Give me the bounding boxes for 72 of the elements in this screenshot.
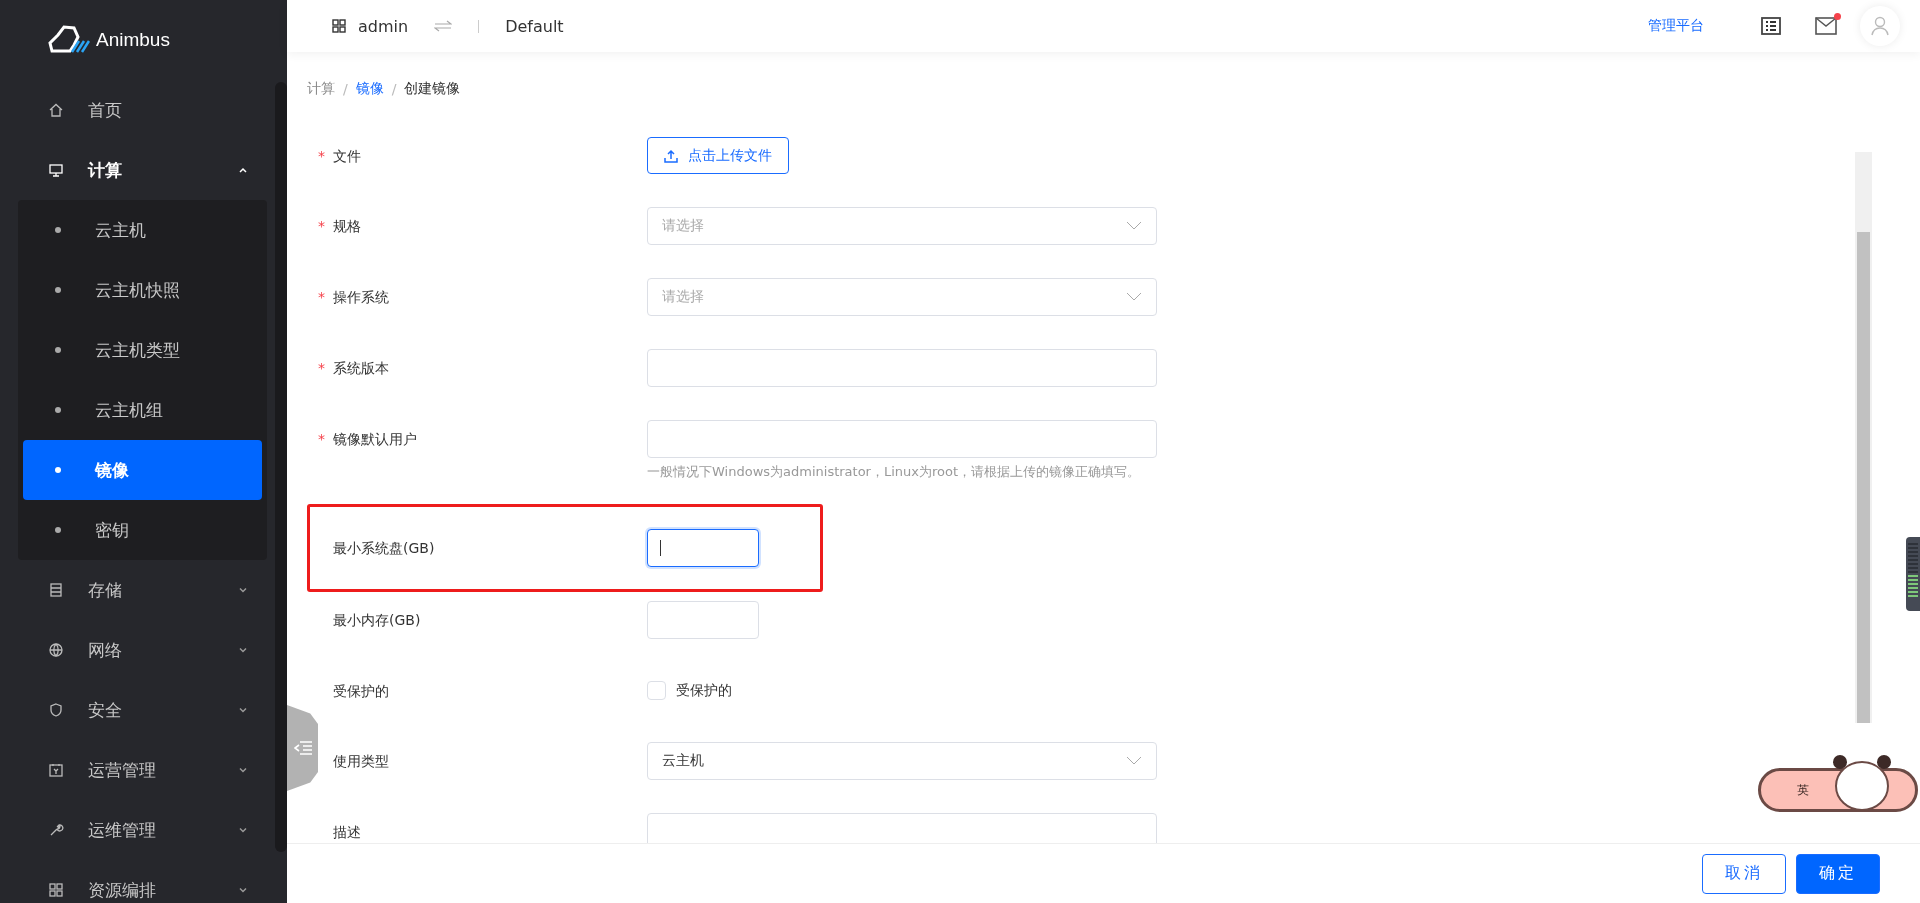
nav-item[interactable]: 资源编排 xyxy=(0,860,277,903)
ime-mode: 英 xyxy=(1797,781,1809,799)
shield-icon xyxy=(48,702,64,718)
checkbox[interactable]: 受保护的 xyxy=(647,672,732,709)
chevron-down-icon xyxy=(1126,756,1142,766)
wrench-icon xyxy=(48,822,64,838)
grid-icon xyxy=(332,19,346,33)
monitor-icon xyxy=(48,162,64,178)
outdent-icon xyxy=(293,741,312,755)
required-mark: * xyxy=(318,288,326,305)
user-name: admin xyxy=(358,16,409,36)
submenu-item[interactable]: 密钥 xyxy=(23,500,262,560)
number-field[interactable] xyxy=(647,529,759,567)
confirm-button[interactable]: 确定 xyxy=(1796,853,1880,894)
nav-item[interactable]: 存储 xyxy=(0,560,277,620)
admin-link[interactable]: 管理平台 xyxy=(1648,17,1704,35)
breadcrumb-link[interactable]: 镜像 xyxy=(355,80,384,98)
server-icon xyxy=(48,582,64,598)
mail-icon[interactable] xyxy=(1815,17,1837,35)
submenu-item[interactable]: 镜像 xyxy=(23,440,262,500)
field-label: 最小系统盘(GB) xyxy=(333,538,435,557)
swap-icon[interactable] xyxy=(434,20,453,32)
required-mark: * xyxy=(318,430,326,447)
chevron-down-icon xyxy=(1126,292,1142,302)
calendar-icon xyxy=(48,762,64,778)
field-label: 使用类型 xyxy=(333,751,389,770)
nav-item[interactable]: 计算 xyxy=(0,140,277,200)
required-mark: * xyxy=(318,217,326,234)
submenu-item[interactable]: 云主机 xyxy=(23,200,262,260)
scrollbar[interactable] xyxy=(1855,152,1872,723)
field-label: 受保护的 xyxy=(333,681,389,700)
scrollbar[interactable] xyxy=(275,82,287,852)
nav-item[interactable]: 网络 xyxy=(0,620,277,680)
nav-item[interactable]: 运维管理 xyxy=(0,800,277,860)
required-mark: * xyxy=(318,359,326,376)
field-label: 系统版本 xyxy=(333,358,389,377)
submenu-item[interactable]: 云主机组 xyxy=(23,380,262,440)
required-mark: * xyxy=(318,147,326,164)
field-label: 描述 xyxy=(333,822,361,841)
user-icon xyxy=(1871,16,1889,36)
list-icon[interactable] xyxy=(1761,17,1781,35)
nav-item[interactable]: 安全 xyxy=(0,680,277,740)
home-icon xyxy=(48,102,64,118)
logo-icon xyxy=(48,25,90,55)
cancel-button[interactable]: 取消 xyxy=(1702,853,1786,894)
text-field[interactable] xyxy=(647,420,1157,458)
submenu-item[interactable]: 云主机快照 xyxy=(23,260,262,320)
nav-item[interactable]: 首页 xyxy=(0,80,277,140)
nav-item[interactable]: 运营管理 xyxy=(0,740,277,800)
figure-icon xyxy=(1830,752,1894,812)
breadcrumb-item: 创建镜像 xyxy=(404,80,461,98)
upload-button[interactable]: 点击上传文件 xyxy=(647,137,789,174)
breadcrumb-item: 计算 xyxy=(307,80,335,98)
text-cursor xyxy=(660,540,661,556)
text-field[interactable] xyxy=(647,349,1157,387)
field-label: 镜像默认用户 xyxy=(333,429,417,448)
scrollbar-thumb[interactable] xyxy=(1857,232,1870,723)
field-label: 规格 xyxy=(333,216,361,235)
chevron-down-icon xyxy=(1126,221,1142,231)
submenu-item[interactable]: 云主机类型 xyxy=(23,320,262,380)
avatar[interactable] xyxy=(1860,6,1900,46)
grid-icon xyxy=(48,882,64,898)
select-field[interactable]: 云主机 xyxy=(647,742,1157,780)
brand-name: Animbus xyxy=(96,29,170,51)
breadcrumb-separator: / xyxy=(343,81,348,97)
breadcrumb-separator: / xyxy=(391,81,397,97)
field-label: 操作系统 xyxy=(333,287,389,306)
field-label: 文件 xyxy=(333,146,361,165)
upload-icon xyxy=(664,148,678,163)
project-name[interactable]: Default xyxy=(505,16,564,36)
globe-icon xyxy=(48,642,64,658)
field-label: 最小内存(GB) xyxy=(333,610,421,629)
